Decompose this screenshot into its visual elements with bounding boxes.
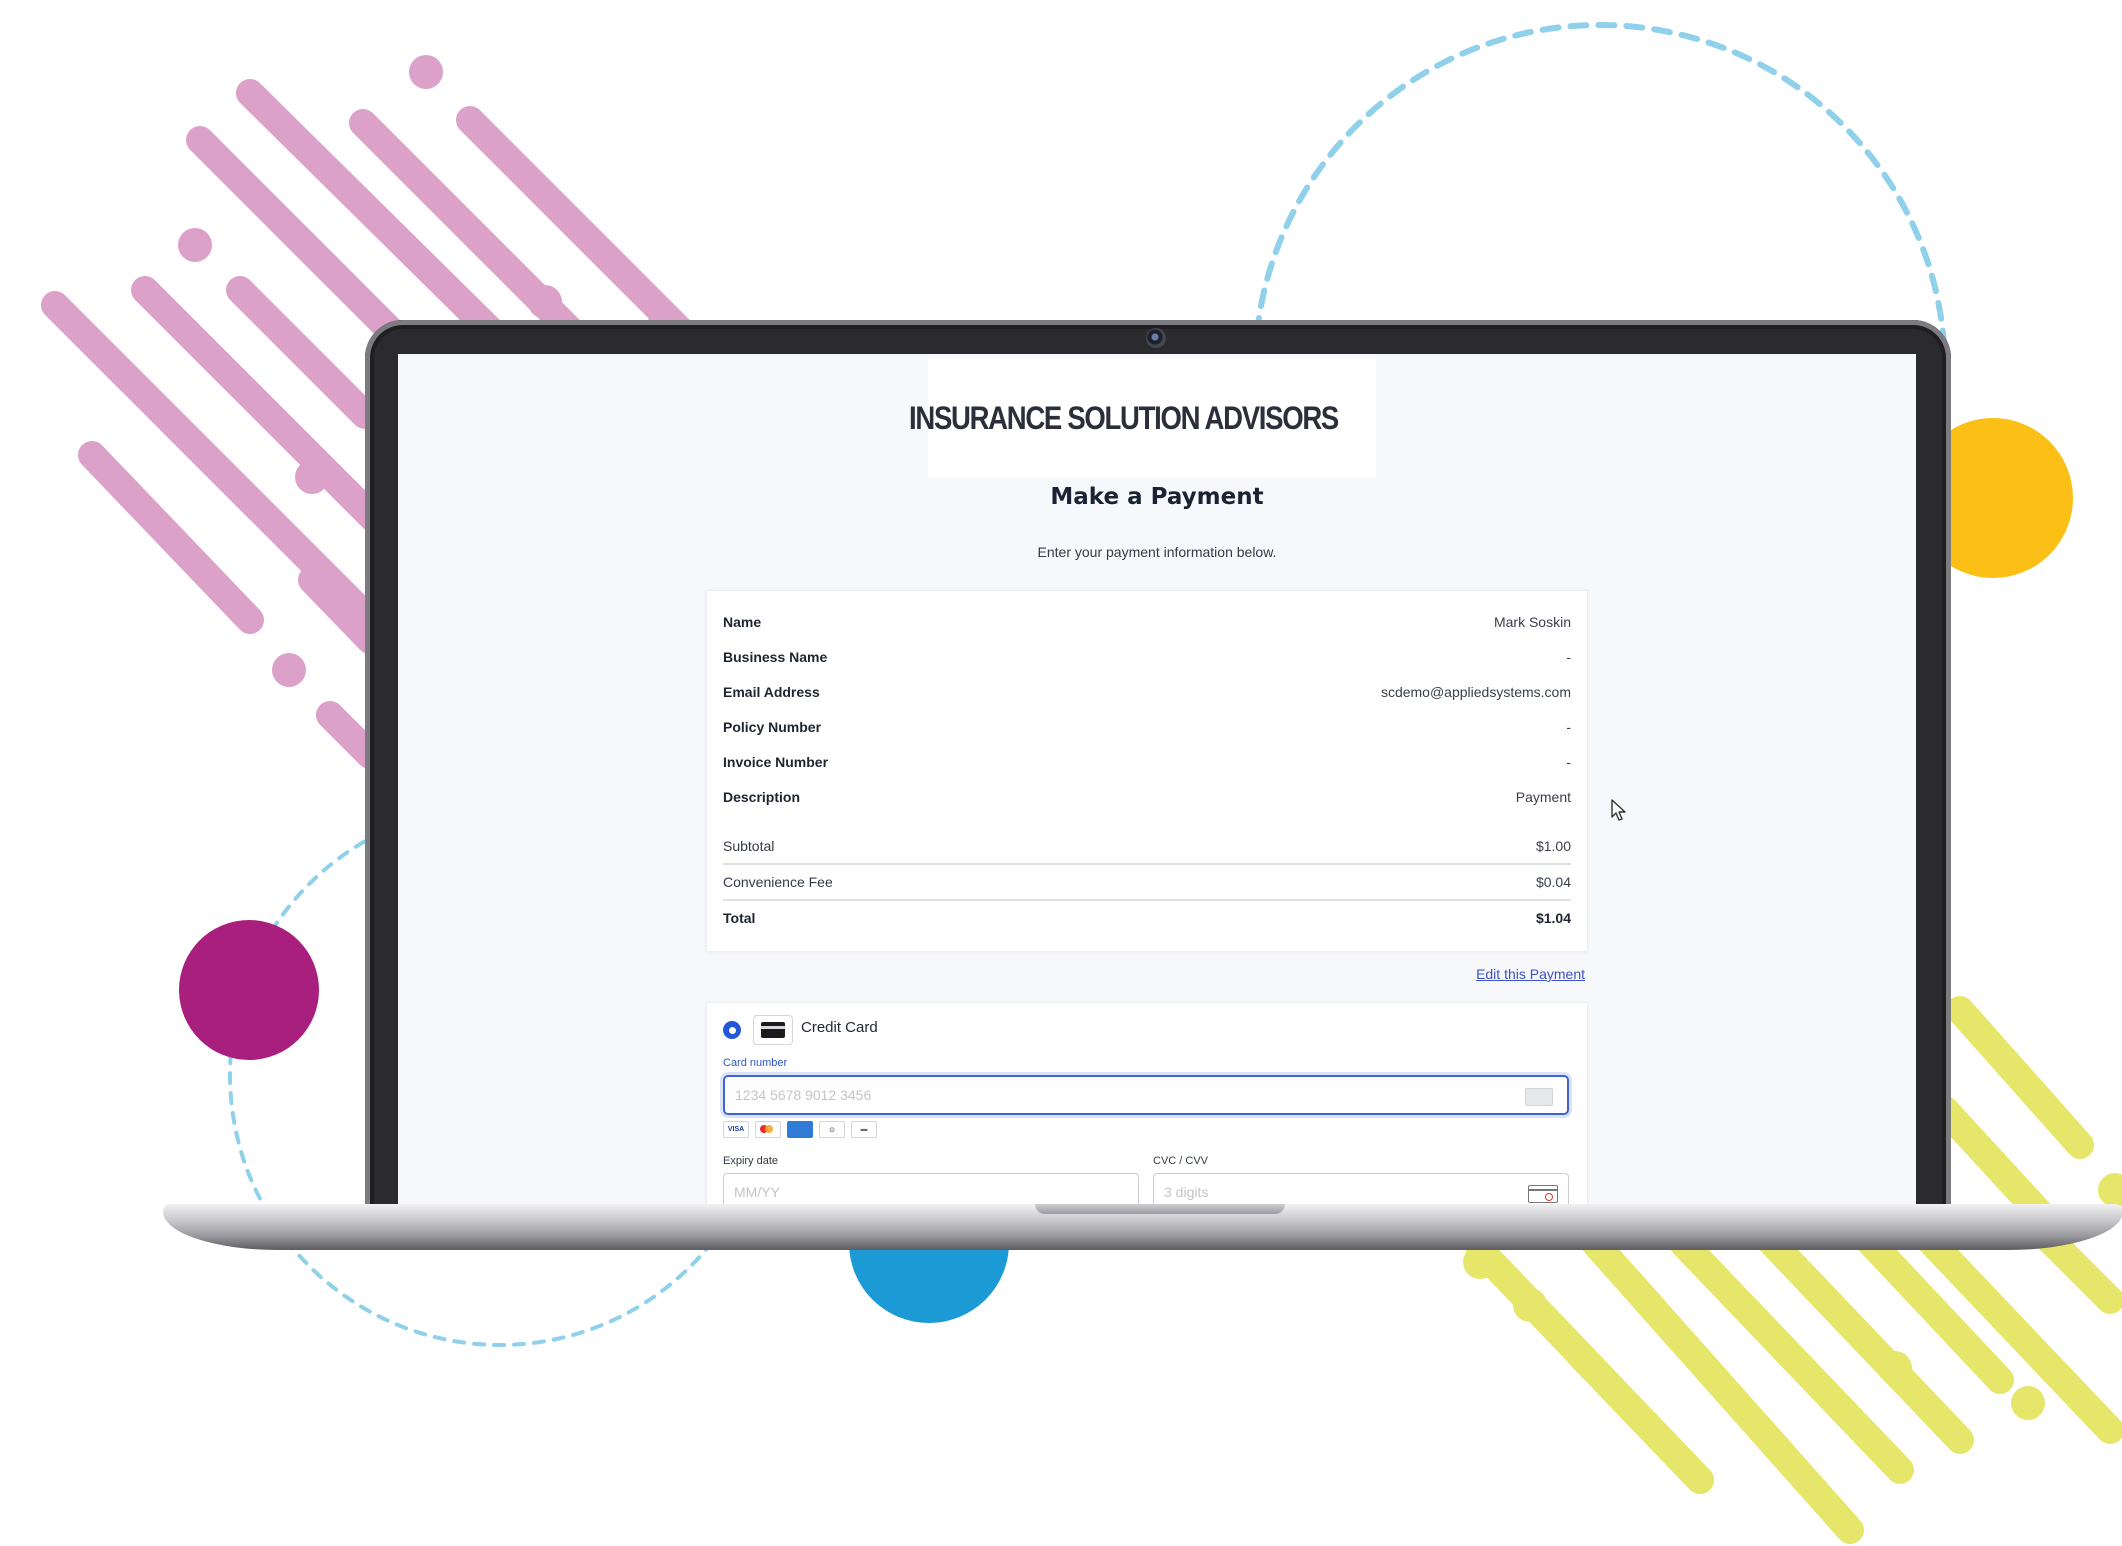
page-title: Make a Payment — [1050, 484, 1264, 510]
row-value: - — [1566, 754, 1571, 770]
summary-row-name: Name Mark Soskin — [723, 607, 1571, 637]
row-value: $1.00 — [1535, 838, 1571, 854]
cvc-card-icon — [1528, 1185, 1558, 1203]
visa-icon: VISA — [723, 1121, 749, 1138]
row-value: $1.04 — [1535, 910, 1571, 926]
page-subtitle: Enter your payment information below. — [1037, 544, 1277, 560]
card-number-field[interactable] — [723, 1075, 1569, 1115]
row-value: - — [1566, 649, 1571, 665]
cvc-label: CVC / CVV — [1153, 1155, 1209, 1167]
row-value: scdemo@appliedsystems.com — [1380, 684, 1571, 700]
laptop-screen: INSURANCE SOLUTION ADVISORS Make a Payme… — [398, 354, 1916, 1204]
row-label: Convenience Fee — [723, 874, 833, 890]
brand-name: INSURANCE SOLUTION ADVISORS — [908, 399, 1339, 436]
magenta-circle — [179, 920, 319, 1060]
expiry-date-input[interactable] — [732, 1174, 1088, 1204]
expiry-date-label: Expiry date — [723, 1155, 779, 1167]
webcam-icon — [1146, 328, 1166, 348]
amex-icon — [787, 1121, 813, 1138]
row-label: Invoice Number — [723, 754, 829, 770]
mastercard-icon — [755, 1121, 781, 1138]
credit-card-radio[interactable] — [723, 1021, 741, 1039]
row-label: Subtotal — [723, 838, 775, 854]
row-value: - — [1566, 719, 1571, 735]
summary-row-business-name: Business Name - — [723, 642, 1571, 672]
divider — [723, 899, 1571, 901]
mouse-cursor-icon — [1611, 799, 1626, 821]
row-value: Mark Soskin — [1493, 614, 1571, 630]
row-label: Description — [723, 789, 801, 805]
expiry-date-field[interactable] — [723, 1173, 1139, 1204]
cvc-field[interactable] — [1153, 1173, 1569, 1204]
summary-row-subtotal: Subtotal $1.00 — [723, 831, 1571, 861]
payment-method-label: Credit Card — [801, 1019, 878, 1036]
summary-row-invoice-number: Invoice Number - — [723, 747, 1571, 777]
edit-payment-link[interactable]: Edit this Payment — [1476, 966, 1585, 982]
card-brand-list: VISA ⊙ ▬ — [723, 1121, 877, 1138]
summary-row-policy-number: Policy Number - — [723, 712, 1571, 742]
card-number-input[interactable] — [733, 1077, 1497, 1113]
row-label: Total — [723, 910, 756, 926]
card-placeholder-icon — [1525, 1088, 1553, 1106]
payment-summary-card: Name Mark Soskin Business Name - Email A… — [706, 590, 1588, 952]
summary-row-email: Email Address scdemo@appliedsystems.com — [723, 677, 1571, 707]
brand-logo: INSURANCE SOLUTION ADVISORS — [909, 358, 1376, 478]
discover-icon: ▬ — [851, 1121, 877, 1138]
card-number-label: Card number — [723, 1057, 788, 1069]
summary-row-convenience-fee: Convenience Fee $0.04 — [723, 867, 1571, 897]
row-label: Policy Number — [723, 719, 822, 735]
summary-row-description: Description Payment — [723, 782, 1571, 812]
row-value: $0.04 — [1535, 874, 1571, 890]
payment-method-card: Credit Card Card number VISA ⊙ ▬ Expiry … — [706, 1002, 1588, 1204]
cvc-input[interactable] — [1162, 1174, 1518, 1204]
divider — [723, 863, 1571, 865]
row-label: Name — [723, 614, 762, 630]
diners-icon: ⊙ — [819, 1121, 845, 1138]
row-label: Business Name — [723, 649, 828, 665]
summary-row-total: Total $1.04 — [723, 903, 1571, 933]
laptop-base-notch — [1035, 1204, 1285, 1214]
row-label: Email Address — [723, 684, 820, 700]
credit-card-icon — [753, 1015, 793, 1045]
row-value: Payment — [1515, 789, 1571, 805]
